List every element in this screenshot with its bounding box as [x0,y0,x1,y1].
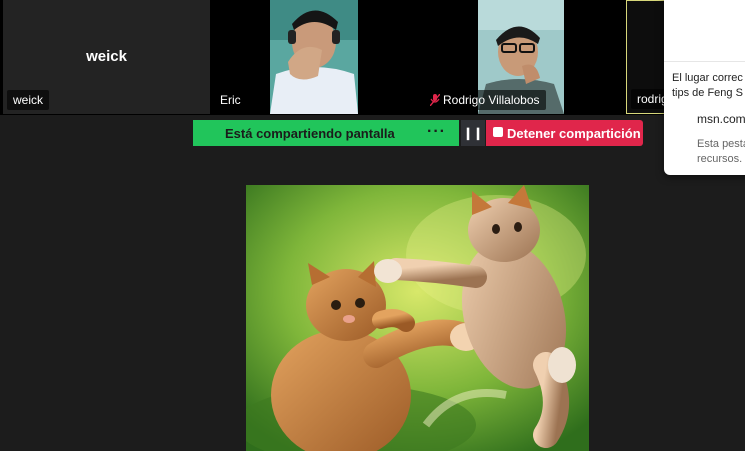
participants-strip: weick weick Eric Rodrigo Villalobos rodr… [0,0,745,115]
browser-notification-popup[interactable]: El lugar correc tips de Feng S msn.com E… [664,0,745,175]
pause-share-button[interactable]: ❙❙ [461,120,485,146]
participant-tile-weick[interactable]: weick weick [3,0,210,114]
popup-description: Esta pesta recursos. [697,138,745,165]
more-options-icon[interactable]: ··· [427,123,446,141]
participant-tile-eric[interactable]: Eric [210,0,422,114]
participant-name-label: weick [7,90,50,110]
stop-icon [493,127,503,137]
stop-share-button[interactable]: Detener compartición [486,120,643,146]
popup-site-name: msn.com [697,112,745,126]
sharing-status-label: Está compartiendo pantalla [225,126,395,141]
participant-name-label: Eric [214,90,247,110]
popup-divider [664,61,745,62]
participant-name-label: Rodrigo Villalobos [424,90,546,110]
participant-tile-rodrigo-villalobos[interactable]: Rodrigo Villalobos [422,0,626,114]
shared-screen-image [246,185,589,451]
stop-share-label: Detener compartición [507,126,641,141]
mic-muted-icon [430,94,440,106]
kittens-image [246,185,589,451]
participant-avatar-name: weick [86,48,127,65]
sharing-status-bar[interactable]: Está compartiendo pantalla ··· [193,120,459,146]
popup-message: El lugar correc tips de Feng S [672,72,743,99]
